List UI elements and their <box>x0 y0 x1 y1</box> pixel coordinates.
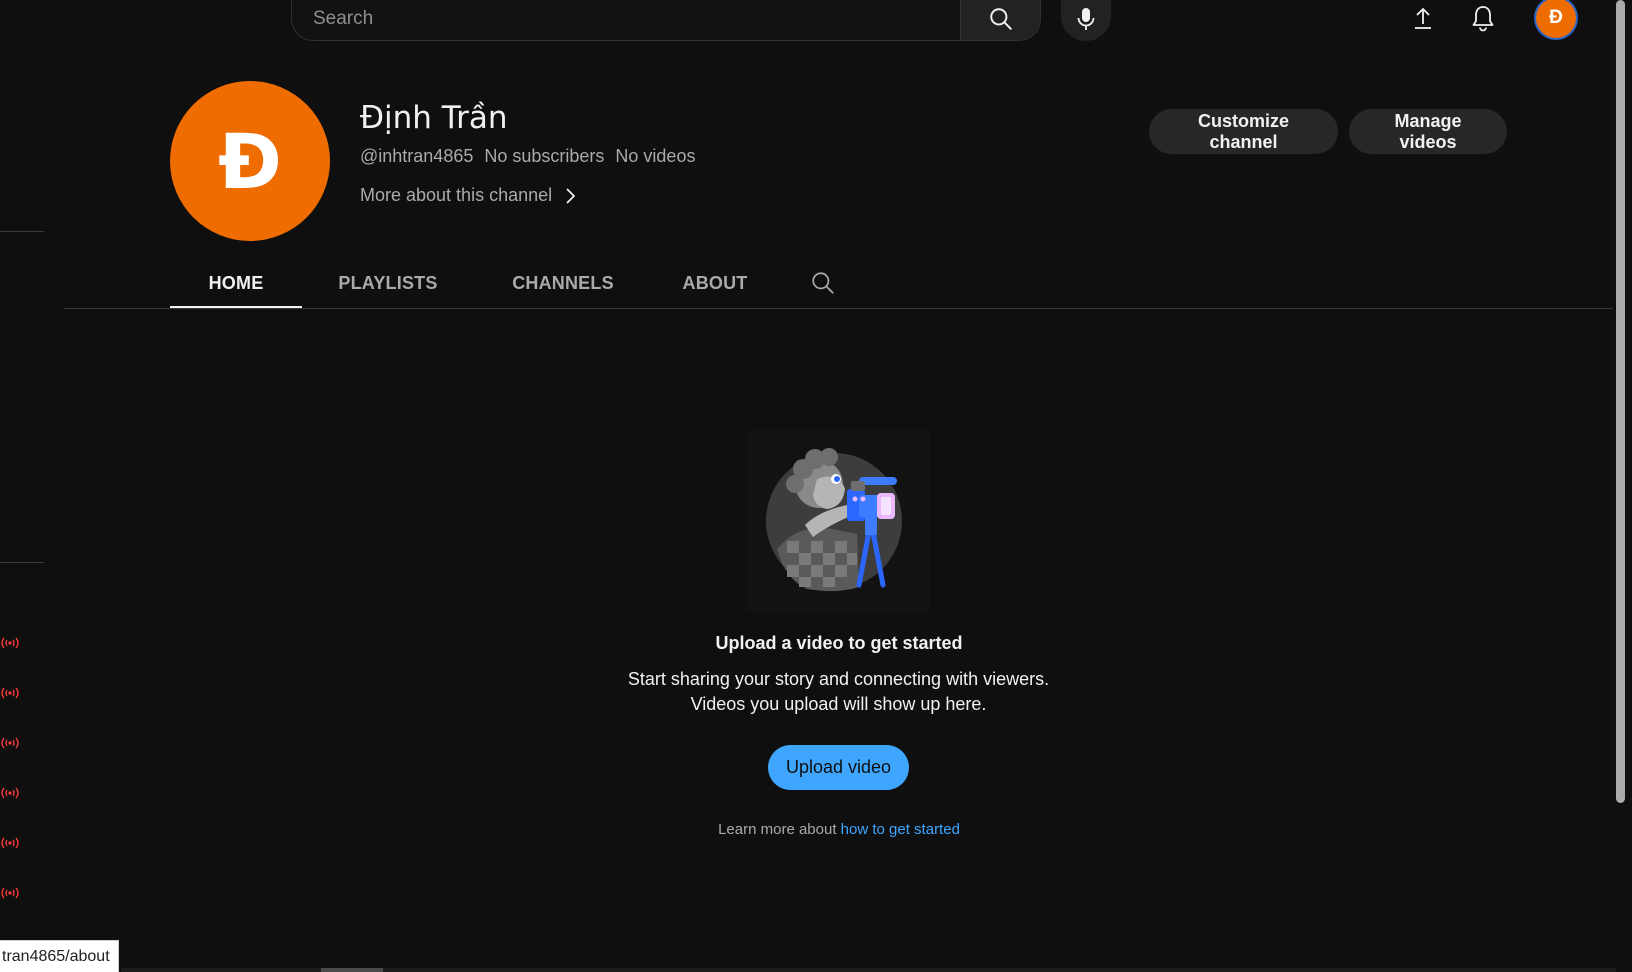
voice-search-button[interactable] <box>1061 0 1111 41</box>
live-broadcast-icon[interactable] <box>0 785 22 801</box>
chevron-right-icon <box>566 187 576 204</box>
page-scrollbar-thumb[interactable] <box>1616 0 1625 803</box>
bell-icon <box>1472 6 1494 32</box>
more-about-channel-link[interactable]: More about this channel <box>360 185 576 206</box>
person-body-illustration <box>777 528 859 592</box>
empty-state-description: Start sharing your story and connecting … <box>627 669 1050 714</box>
tab-search-button[interactable] <box>778 258 868 308</box>
manage-videos-button[interactable]: Manage videos <box>1349 109 1507 154</box>
empty-state-title: Upload a video to get started <box>715 633 963 653</box>
how-to-get-started-link[interactable]: how to get started <box>841 821 960 838</box>
tab-playlists[interactable]: PLAYLISTS <box>302 258 474 308</box>
search-icon <box>812 272 834 294</box>
camera-illustration <box>847 477 897 521</box>
tab-channels[interactable]: CHANNELS <box>474 258 652 308</box>
live-broadcast-icon[interactable] <box>0 685 22 701</box>
tab-about[interactable]: ABOUT <box>652 258 778 308</box>
learn-more-text: Learn more about how to get started <box>0 821 1632 838</box>
search-input[interactable] <box>292 0 960 40</box>
search-button[interactable] <box>960 0 1040 40</box>
create-upload-button[interactable] <box>1403 0 1443 36</box>
channel-tabs: HOME PLAYLISTS CHANNELS ABOUT <box>170 258 868 309</box>
upload-illustration <box>747 429 930 612</box>
customize-channel-button[interactable]: Customize channel <box>1149 109 1338 154</box>
more-about-label: More about this channel <box>360 185 553 205</box>
upload-icon <box>1415 7 1431 29</box>
notifications-button[interactable] <box>1463 0 1503 36</box>
channel-meta: @inhtran4865 No subscribers No videos <box>360 146 695 167</box>
subscriber-count: No subscribers <box>484 146 605 166</box>
sidebar-divider <box>0 562 44 563</box>
tab-home[interactable]: HOME <box>170 258 302 309</box>
channel-handle: @inhtran4865 <box>360 146 474 166</box>
upload-video-button[interactable]: Upload video <box>768 745 909 790</box>
live-broadcast-icon[interactable] <box>0 735 22 751</box>
tabs-divider <box>64 308 1613 309</box>
channel-name: Định Trần <box>360 100 508 136</box>
search-bar <box>291 0 1041 41</box>
video-count: No videos <box>615 146 696 166</box>
status-url-tooltip: tran4865/about <box>0 940 119 972</box>
microphone-icon <box>1077 8 1095 30</box>
account-avatar[interactable]: Đ <box>1536 0 1576 38</box>
horizontal-scrollbar-thumb[interactable] <box>321 968 383 972</box>
channel-avatar[interactable]: Đ <box>170 81 330 241</box>
sidebar-divider <box>0 231 44 232</box>
learn-more-prefix: Learn more about <box>718 821 837 838</box>
live-broadcast-icon[interactable] <box>0 885 22 901</box>
search-icon <box>989 7 1012 30</box>
